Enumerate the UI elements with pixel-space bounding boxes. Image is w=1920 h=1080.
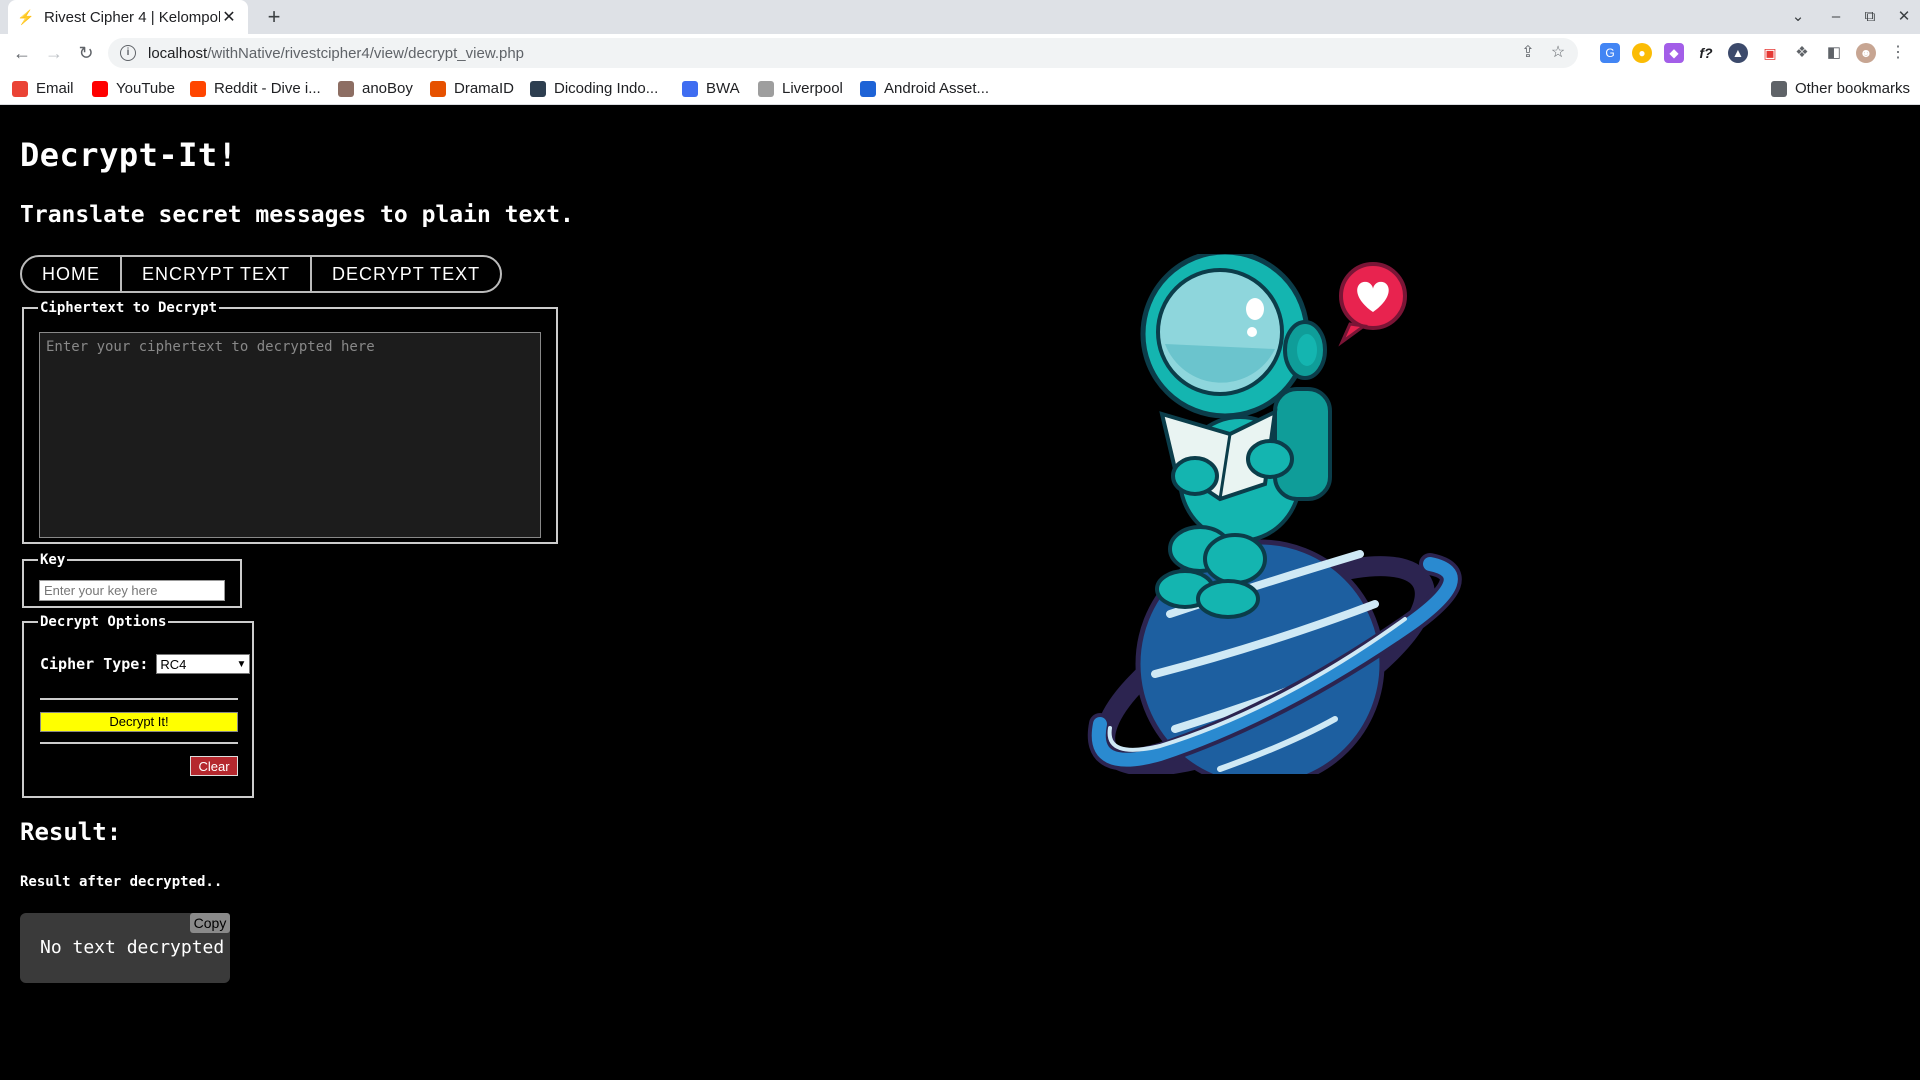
ciphertext-fieldset: Ciphertext to Decrypt (22, 300, 558, 544)
site-info-icon[interactable]: i (120, 45, 136, 61)
bookmark-label: Email (36, 80, 74, 97)
bookmark-label: Dicoding Indo... (554, 80, 659, 97)
translate-extension-icon[interactable]: G (1600, 43, 1620, 63)
bookmark-label: Reddit - Dive i... (214, 80, 321, 97)
chevron-down-icon: ▼ (236, 658, 247, 670)
key-input[interactable] (39, 580, 225, 601)
cipher-type-value: RC4 (160, 656, 187, 672)
divider (40, 698, 238, 700)
folder-icon (1770, 80, 1787, 97)
reload-icon[interactable]: ↻ (72, 39, 100, 67)
result-heading: Result: (20, 818, 122, 846)
dicoding-icon (530, 80, 546, 97)
cipher-type-select[interactable]: RC4 ▼ (156, 654, 251, 674)
restore-icon[interactable]: ⧉ (1852, 0, 1888, 34)
page-title: Decrypt-It! (20, 136, 238, 174)
app-favicon-icon: ⚡ (17, 8, 35, 25)
nav-encrypt-text[interactable]: ENCRYPT TEXT (122, 257, 313, 291)
forward-icon[interactable]: → (40, 39, 68, 67)
close-tab-icon[interactable]: ✕ (220, 7, 238, 27)
other-bookmarks[interactable]: Other bookmarks (1770, 72, 1910, 105)
browser-tab-strip: ⚡ Rivest Cipher 4 | Kelompok ✕ + ⌄ – ⧉ ✕ (0, 0, 1920, 34)
result-box: No text decrypted Copy (20, 913, 230, 983)
bookmark-liverpool[interactable]: Liverpool (758, 72, 843, 105)
tab-title: Rivest Cipher 4 | Kelompok (44, 8, 220, 26)
liverpool-icon (758, 80, 774, 97)
bookmarks-bar: Other bookmarks Email YouTube Reddit - Div… (0, 72, 1920, 105)
bookmark-label: DramaID (454, 80, 515, 97)
result-text: No text decrypted (40, 937, 225, 958)
result-description: Result after decrypted.. (20, 874, 223, 890)
bwa-icon (682, 80, 698, 97)
bookmark-star-icon[interactable]: ☆ (1544, 38, 1572, 68)
key-legend: Key (40, 552, 66, 568)
new-tab-button[interactable]: + (260, 4, 288, 32)
dramaid-icon (430, 80, 446, 97)
bookmark-anoboy[interactable]: anoBoy (338, 72, 413, 105)
divider (40, 742, 238, 744)
decrypt-options-legend: Decrypt Options (40, 614, 167, 630)
key-fieldset: Key (22, 552, 242, 608)
font-extension-icon[interactable]: f? (1696, 43, 1716, 63)
decrypt-button[interactable]: Decrypt It! (40, 712, 238, 732)
android-asset-icon (860, 80, 876, 97)
main-nav: HOME ENCRYPT TEXT DECRYPT TEXT (20, 255, 503, 293)
bookmark-android-asset[interactable]: Android Asset... (860, 72, 989, 105)
share-icon[interactable]: ⇪ (1514, 38, 1542, 68)
profile-avatar[interactable]: ☻ (1856, 43, 1876, 63)
bookmark-label: Liverpool (782, 80, 843, 97)
bookmark-label: Android Asset... (884, 80, 990, 97)
bookmark-label: YouTube (116, 80, 175, 97)
bookmark-bwa[interactable]: BWA (682, 72, 740, 105)
address-bar[interactable]: i localhost/withNative/rivestcipher4/vie… (108, 38, 1578, 68)
extension-icon[interactable]: ◆ (1664, 43, 1684, 63)
address-toolbar: ← → ↻ i localhost/withNative/rivestciphe… (0, 34, 1920, 72)
cast-extension-icon[interactable]: ▣ (1760, 43, 1780, 63)
bookmark-dramaid[interactable]: DramaID (430, 72, 514, 105)
close-window-icon[interactable]: ✕ (1886, 0, 1920, 34)
side-panel-icon[interactable]: ◧ (1824, 43, 1844, 63)
ciphertext-input[interactable] (39, 332, 541, 538)
astronaut-illustration (1087, 254, 1462, 774)
minimize-icon[interactable]: – (1818, 0, 1854, 34)
ciphertext-legend: Ciphertext to Decrypt (40, 300, 218, 316)
color-extension-icon[interactable]: ● (1632, 43, 1652, 63)
cipher-type-label: Cipher Type: (40, 655, 149, 673)
bookmark-youtube[interactable]: YouTube (92, 72, 175, 105)
browser-tab[interactable]: ⚡ Rivest Cipher 4 | Kelompok ✕ (8, 0, 248, 34)
bookmark-label: anoBoy (362, 80, 413, 97)
gmail-icon (12, 80, 28, 97)
decrypt-options-fieldset: Decrypt Options Cipher Type: RC4 ▼ Decry… (22, 614, 254, 798)
bookmark-gmail[interactable]: Email (12, 72, 74, 105)
url-text: localhost/withNative/rivestcipher4/view/… (148, 44, 525, 62)
browser-menu-icon[interactable]: ⋮ (1888, 43, 1908, 63)
extensions-puzzle-icon[interactable]: ❖ (1792, 43, 1812, 63)
vpn-extension-icon[interactable]: ▲ (1728, 43, 1748, 63)
nav-home[interactable]: HOME (22, 257, 122, 291)
copy-button[interactable]: Copy (190, 913, 230, 933)
page-content: Decrypt-It! Translate secret messages to… (0, 106, 1920, 1080)
clear-button[interactable]: Clear (190, 756, 238, 776)
bookmark-dicoding[interactable]: Dicoding Indo... (530, 72, 658, 105)
nav-decrypt-text[interactable]: DECRYPT TEXT (312, 257, 500, 291)
youtube-icon (92, 80, 108, 97)
bookmark-label: BWA (706, 80, 740, 97)
anoboy-icon (338, 80, 354, 97)
back-icon[interactable]: ← (8, 39, 36, 67)
cipher-type-row: Cipher Type: RC4 ▼ (40, 654, 251, 674)
bookmark-reddit[interactable]: Reddit - Dive i... (190, 72, 321, 105)
reddit-icon (190, 80, 206, 97)
tab-search-icon[interactable]: ⌄ (1780, 0, 1816, 34)
page-subtitle: Translate secret messages to plain text. (20, 202, 574, 228)
